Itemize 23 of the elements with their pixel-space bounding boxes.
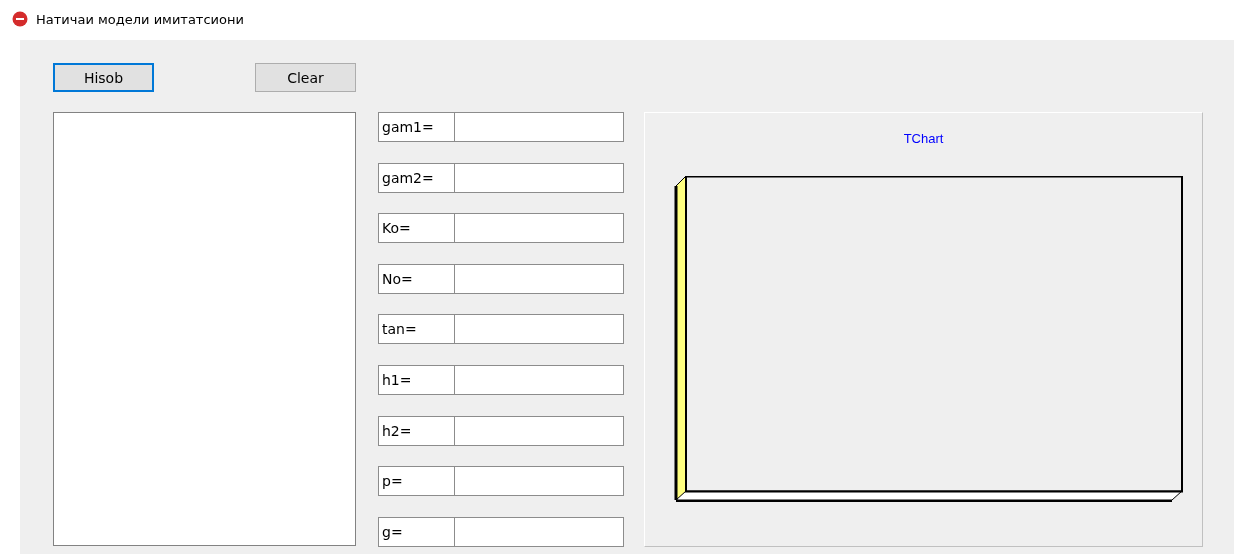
input-field[interactable] <box>455 263 624 294</box>
field-label: gam2= <box>378 162 455 193</box>
input-field[interactable] <box>455 314 624 345</box>
chart-title: TChart <box>903 131 944 146</box>
input-field[interactable] <box>455 415 624 446</box>
field-label: h2= <box>378 415 455 446</box>
field-label: tan= <box>378 314 455 345</box>
field-label: gam1= <box>378 112 455 142</box>
input-field[interactable] <box>455 112 624 142</box>
field-label: p= <box>378 466 455 497</box>
input-field[interactable] <box>455 364 624 395</box>
field-label: g= <box>378 516 455 547</box>
input-field[interactable] <box>455 213 624 244</box>
calculate-button[interactable]: Hisob <box>53 63 154 92</box>
app-icon <box>12 11 28 27</box>
field-label: No= <box>378 263 455 294</box>
clear-button[interactable]: Clear <box>255 63 356 92</box>
input-field[interactable] <box>455 162 624 193</box>
input-field[interactable] <box>455 516 624 547</box>
field-label: Ko= <box>378 213 455 244</box>
window-title: Натичаи модели имитатсиони <box>36 11 244 27</box>
field-label: h1= <box>378 364 455 395</box>
input-field[interactable] <box>455 466 624 497</box>
